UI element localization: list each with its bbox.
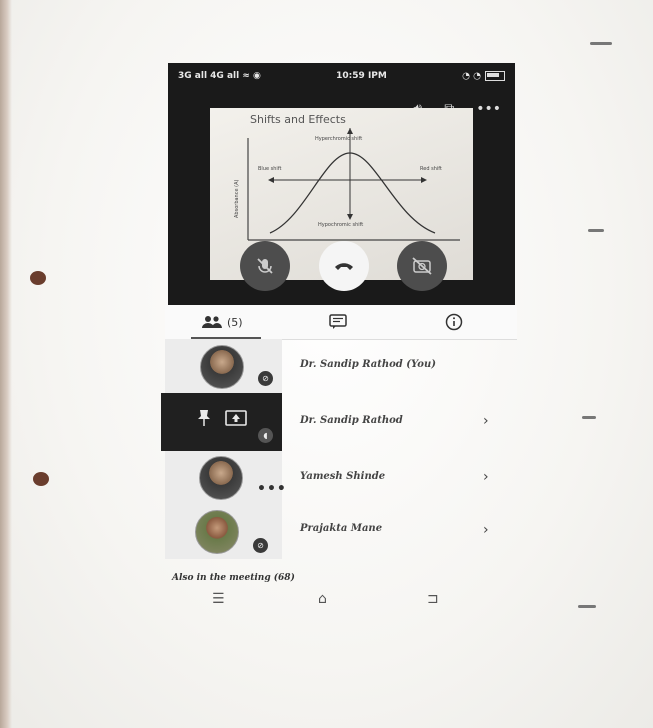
android-nav-bar: ☰ ⌂ ⊐ [165, 591, 517, 613]
tab-people[interactable]: (5) [201, 311, 243, 333]
chevron-right-icon[interactable]: › [483, 413, 489, 429]
mic-off-icon: ⊘ [253, 538, 268, 553]
chevron-right-icon[interactable]: › [483, 469, 489, 485]
video-call-area: 3G all 4G all ≈ ◉ 10:59 IPM ◔ ◔ 🔊︎ ⧉ •••… [168, 63, 515, 305]
paper-speck [588, 229, 604, 232]
participant-thumbnail: ◖ [161, 393, 282, 451]
label-yaxis: Absorbance (A) [234, 179, 240, 218]
also-in-meeting-label[interactable]: Also in the meeting (68) [172, 573, 295, 583]
pin-icon[interactable] [197, 409, 211, 427]
volume-icon: ◖ [258, 428, 273, 443]
label-top: Hyperchromic shift [315, 136, 362, 142]
mute-button[interactable] [240, 241, 290, 291]
avatar [199, 456, 243, 500]
punch-hole-bottom [33, 472, 49, 486]
tab-info[interactable] [445, 311, 463, 333]
paper-speck [578, 605, 596, 608]
participant-name: Dr. Sandip Rathod (You) [300, 359, 436, 370]
avatar [195, 510, 239, 554]
end-call-icon [335, 263, 353, 270]
participant-thumbnail: ••• [165, 451, 286, 505]
participant-name: Yamesh Shinde [300, 471, 386, 482]
menu-icon[interactable]: ☰ [212, 591, 225, 607]
paper-speck [590, 42, 612, 45]
avatar [200, 345, 244, 389]
participant-thumbnail: ⊘ [165, 339, 282, 393]
participant-list: ⊘ Dr. Sandip Rathod (You) ◖ Dr. Sandip R… [161, 339, 517, 559]
participant-row[interactable]: ••• Yamesh Shinde › [165, 451, 517, 505]
chevron-right-icon[interactable]: › [483, 522, 489, 538]
status-time: 10:59 IPM [336, 71, 387, 81]
camera-off-button[interactable] [397, 241, 447, 291]
participant-name: Prajakta Mane [300, 523, 383, 534]
participant-row[interactable]: ⊘ Prajakta Mane › [165, 505, 517, 559]
label-left: Blue shift [258, 166, 281, 172]
participant-row[interactable]: ⊘ Dr. Sandip Rathod (You) [165, 339, 517, 393]
paper-speck [582, 416, 596, 419]
back-icon[interactable]: ⊐ [427, 591, 439, 607]
signal-indicators: 3G all 4G all ≈ ◉ [178, 71, 261, 81]
camera-off-icon [412, 257, 432, 275]
tab-chat[interactable] [329, 311, 347, 333]
chat-icon [329, 314, 347, 329]
punch-hole-top [30, 271, 46, 285]
end-call-button[interactable] [319, 241, 369, 291]
label-right: Red shift [420, 166, 442, 172]
more-options-icon[interactable]: ••• [476, 101, 501, 117]
people-icon [202, 316, 222, 328]
mic-off-icon: ⊘ [258, 371, 273, 386]
status-bar: 3G all 4G all ≈ ◉ 10:59 IPM ◔ ◔ [178, 69, 505, 83]
label-bottom: Hypochromic shift [318, 222, 363, 228]
home-icon[interactable]: ⌂ [318, 591, 327, 607]
participant-name: Dr. Sandip Rathod [300, 415, 403, 426]
phone-screenshot: 3G all 4G all ≈ ◉ 10:59 IPM ◔ ◔ 🔊︎ ⧉ •••… [161, 63, 517, 607]
battery-icon: ◔ ◔ [462, 70, 505, 81]
participant-row[interactable]: ◖ Dr. Sandip Rathod › [161, 393, 517, 451]
participant-thumbnail: ⊘ [165, 505, 282, 559]
meeting-tabs: (5) [165, 305, 517, 340]
info-icon [445, 313, 463, 331]
paper-edge [0, 0, 12, 728]
present-screen-icon [225, 410, 247, 426]
people-count: (5) [227, 315, 243, 329]
more-options-icon[interactable]: ••• [257, 481, 287, 497]
mic-off-icon [257, 258, 273, 274]
